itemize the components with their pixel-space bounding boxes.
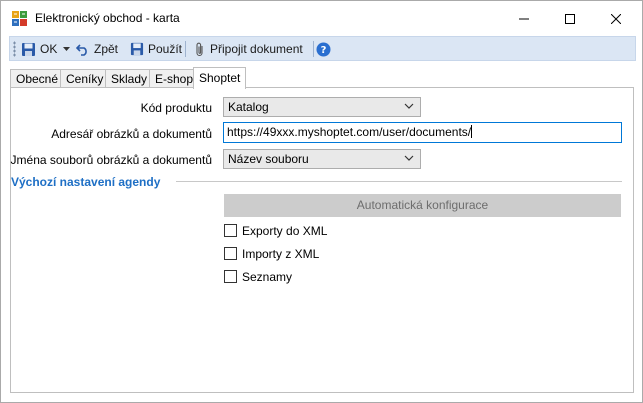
tab-sklady[interactable]: Sklady (105, 69, 154, 88)
back-button[interactable]: Zpět (76, 40, 118, 58)
imports-xml-checkbox[interactable] (224, 247, 237, 260)
imports-xml-label: Importy z XML (242, 247, 320, 261)
tab-ceniky[interactable]: Ceníky (60, 69, 110, 88)
back-label: Zpět (94, 42, 119, 56)
ok-button[interactable]: OK (21, 40, 57, 58)
attach-document-button[interactable]: Připojit dokument (194, 40, 303, 58)
close-button[interactable] (593, 1, 639, 36)
filenames-value: Název souboru (228, 152, 309, 166)
section-divider (176, 181, 622, 182)
close-icon (611, 13, 621, 24)
lists-label: Seznamy (242, 270, 293, 284)
dir-value: https://49xxx.myshoptet.com/user/documen… (227, 125, 472, 139)
save-icon (130, 42, 144, 56)
minimize-button[interactable] (501, 1, 547, 36)
lists-checkbox[interactable] (224, 270, 237, 283)
ok-dropdown-button[interactable] (63, 40, 74, 58)
dir-label: Adresář obrázků a dokumentů (51, 127, 212, 141)
toolbar: OK Zpět Použít Připojit dokument ? (9, 36, 636, 61)
toolbar-separator (313, 41, 314, 57)
exports-xml-checkbox[interactable] (224, 224, 237, 237)
undo-icon (76, 44, 87, 56)
paperclip-icon (196, 42, 203, 56)
chevron-down-icon (404, 155, 414, 161)
save-icon (22, 42, 35, 56)
apply-label: Použít (148, 42, 183, 56)
maximize-button[interactable] (547, 1, 593, 36)
product-code-select[interactable]: Katalog (223, 97, 421, 117)
tab-obecne[interactable]: Obecné (10, 69, 65, 88)
text-caret (471, 125, 473, 138)
dir-input[interactable]: https://49xxx.myshoptet.com/user/documen… (223, 122, 622, 143)
title-bar[interactable]: Elektronický obchod - karta (1, 1, 642, 36)
apply-button[interactable]: Použít (130, 40, 182, 58)
help-button[interactable]: ? (316, 40, 335, 58)
ok-label: OK (40, 42, 58, 56)
minimize-icon (519, 18, 529, 19)
chevron-down-icon (63, 47, 70, 51)
tab-panel-shoptet: Kód produktu Katalog Adresář obrázků a d… (10, 87, 634, 393)
dialog-window: Elektronický obchod - karta OK Zpět Použ… (0, 0, 643, 403)
section-title: Výchozí nastavení agendy (11, 175, 161, 189)
svg-text:?: ? (321, 45, 327, 56)
window-title: Elektronický obchod - karta (35, 11, 180, 25)
help-icon: ? (316, 42, 331, 56)
maximize-icon (565, 13, 575, 24)
product-code-value: Katalog (228, 100, 269, 114)
tab-shoptet[interactable]: Shoptet (193, 67, 247, 89)
auto-config-button[interactable]: Automatická konfigurace (224, 194, 621, 217)
exports-xml-label: Exporty do XML (242, 224, 328, 238)
toolbar-separator (185, 41, 186, 57)
filenames-select[interactable]: Název souboru (223, 149, 421, 169)
app-icon (12, 11, 27, 26)
chevron-down-icon (404, 103, 414, 109)
toolbar-grip[interactable] (13, 41, 16, 57)
attach-label: Připojit dokument (210, 42, 303, 56)
tab-eshop[interactable]: E-shop (149, 69, 200, 88)
filenames-label: Jména souborů obrázků a dokumentů (10, 153, 212, 167)
product-code-label: Kód produktu (140, 101, 212, 115)
